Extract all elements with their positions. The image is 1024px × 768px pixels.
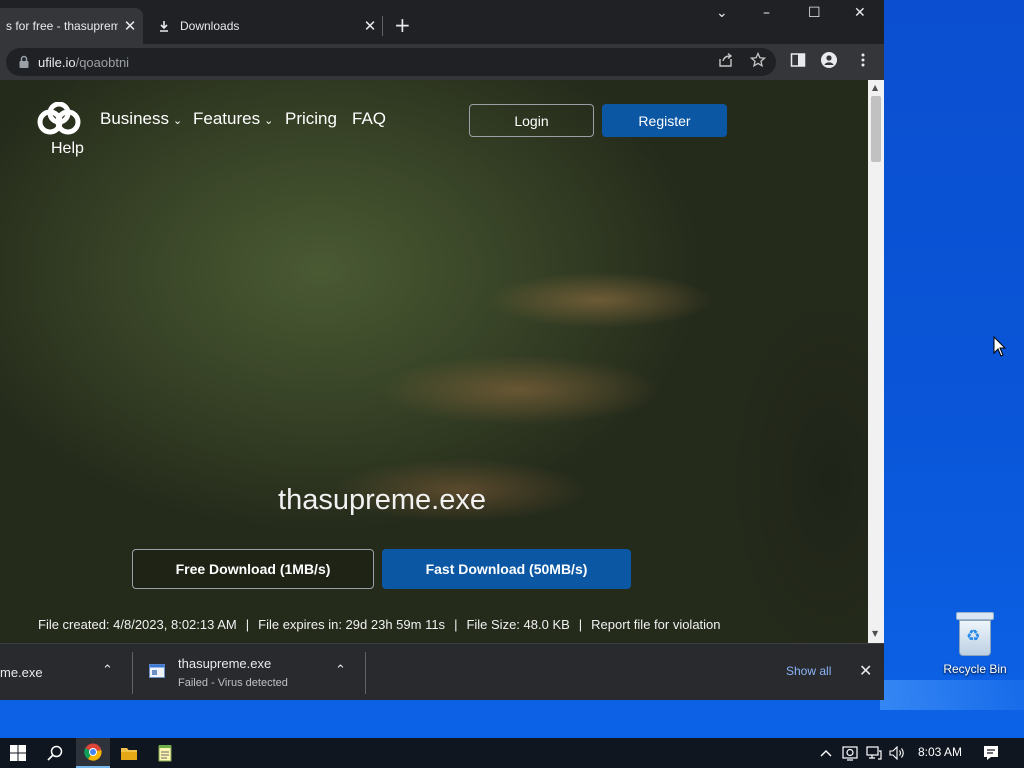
chevron-down-icon: ⌄	[264, 114, 274, 127]
taskbar-clock[interactable]: 8:03 AM	[918, 745, 962, 759]
web-page: Help Business ⌄ Features ⌄ Pricing FAQ Log…	[0, 80, 868, 643]
close-window-button[interactable]: ✕	[854, 5, 866, 21]
download-item-name: thasupreme.exe	[178, 656, 272, 671]
file-size: File Size: 48.0 KB	[466, 617, 570, 632]
notepad-icon	[158, 745, 172, 762]
tab-close-icon[interactable]: ✕	[362, 17, 378, 35]
separator: |	[578, 617, 583, 632]
desktop-wallpaper-glow	[880, 680, 1024, 710]
tab-search-button[interactable]: ⌄	[716, 5, 728, 21]
security-icon[interactable]	[842, 745, 858, 761]
file-explorer-icon	[121, 748, 137, 760]
taskbar-chrome[interactable]	[76, 738, 110, 768]
close-shelf-button[interactable]: ✕	[859, 661, 872, 680]
network-icon[interactable]	[866, 746, 882, 760]
lock-icon[interactable]	[18, 55, 30, 69]
chevron-up-icon[interactable]	[820, 748, 832, 758]
taskbar-notepad[interactable]	[148, 738, 182, 768]
taskbar: 8:03 AM	[0, 738, 1024, 768]
chrome-icon	[84, 743, 102, 761]
separator: |	[245, 617, 250, 632]
mouse-cursor-icon	[993, 336, 1007, 357]
scrollbar-thumb[interactable]	[871, 96, 881, 162]
file-expires: File expires in: 29d 23h 59m 11s	[258, 617, 446, 632]
tab-separator	[382, 16, 383, 36]
chevron-up-icon[interactable]: ⌃	[335, 663, 346, 678]
nav-features-label: Features	[193, 109, 261, 128]
file-name-heading: thasupreme.exe	[278, 484, 486, 516]
nav-business[interactable]: Business ⌄	[100, 109, 182, 129]
taskbar-file-explorer[interactable]	[112, 738, 146, 768]
menu-icon[interactable]	[855, 52, 871, 68]
free-download-button[interactable]: Free Download (1MB/s)	[132, 549, 374, 589]
maximize-button[interactable]: ☐	[808, 5, 821, 21]
help-link[interactable]: Help	[51, 140, 84, 158]
download-item[interactable]: thasupreme.exe Failed - Virus detected ⌃	[133, 644, 365, 700]
ufile-logo-icon[interactable]	[36, 102, 82, 138]
fast-download-button[interactable]: Fast Download (50MB/s)	[382, 549, 631, 589]
tab-bar: s for free - thasupreme.exe ✕ Downloads …	[0, 0, 884, 44]
share-icon[interactable]	[718, 52, 734, 68]
scroll-down-icon[interactable]: ▼	[872, 629, 878, 638]
browser-window: s for free - thasupreme.exe ✕ Downloads …	[0, 0, 884, 700]
separator: |	[454, 617, 458, 632]
download-status: Failed - Virus detected	[178, 677, 288, 689]
report-violation-link[interactable]: Report file for violation	[591, 617, 720, 632]
recycle-bin[interactable]: ♻ Recycle Bin	[940, 612, 1010, 676]
scroll-up-icon[interactable]: ▲	[872, 83, 878, 92]
tab-ufile[interactable]: s for free - thasupreme.exe ✕	[0, 8, 143, 44]
download-item[interactable]: me.exe ⌃	[0, 644, 132, 700]
tab-close-icon[interactable]: ✕	[122, 17, 138, 35]
page-scrollbar[interactable]: ▲ ▼	[868, 80, 884, 643]
start-button[interactable]	[0, 738, 36, 768]
search-icon	[47, 745, 63, 761]
start-icon	[10, 745, 26, 761]
volume-icon[interactable]	[889, 746, 907, 760]
tab-title: s for free - thasupreme.exe	[6, 19, 118, 33]
recycle-bin-label: Recycle Bin	[943, 662, 1007, 676]
address-path: /qoaobtni	[75, 54, 130, 70]
chevron-up-icon[interactable]: ⌃	[102, 663, 113, 678]
download-icon	[160, 21, 168, 32]
exe-file-icon	[149, 664, 165, 678]
separator	[365, 652, 366, 694]
address-bar[interactable]: ufile.io/qoaobtni	[6, 48, 776, 76]
file-info-bar: File created: 4/8/2023, 8:02:13 AM | File …	[38, 617, 721, 632]
show-all-button[interactable]: Show all	[786, 664, 831, 678]
download-item-name: me.exe	[0, 665, 43, 680]
tab-downloads[interactable]: Downloads ✕	[148, 8, 382, 44]
file-created: File created: 4/8/2023, 8:02:13 AM	[38, 617, 237, 632]
nav-features[interactable]: Features ⌄	[193, 109, 273, 129]
chevron-down-icon: ⌄	[172, 114, 183, 127]
minimize-button[interactable]: –	[763, 5, 770, 21]
star-icon[interactable]	[750, 52, 766, 68]
new-tab-button[interactable]: +	[394, 13, 411, 37]
profile-icon[interactable]	[821, 52, 837, 68]
nav-pricing[interactable]: Pricing	[285, 109, 337, 129]
nav-business-label: Business	[100, 109, 169, 128]
downloads-shelf: me.exe ⌃ thasupreme.exe Failed - Virus d…	[0, 643, 884, 700]
side-panel-icon[interactable]	[790, 52, 806, 68]
login-button[interactable]: Login	[469, 104, 594, 137]
register-button[interactable]: Register	[602, 104, 727, 137]
search-button[interactable]	[38, 738, 72, 768]
address-host: ufile.io	[38, 54, 76, 70]
nav-faq[interactable]: FAQ	[352, 109, 386, 129]
tab-title: Downloads	[180, 19, 240, 33]
notifications-icon[interactable]	[983, 745, 999, 761]
recycle-bin-icon: ♻	[956, 612, 994, 656]
